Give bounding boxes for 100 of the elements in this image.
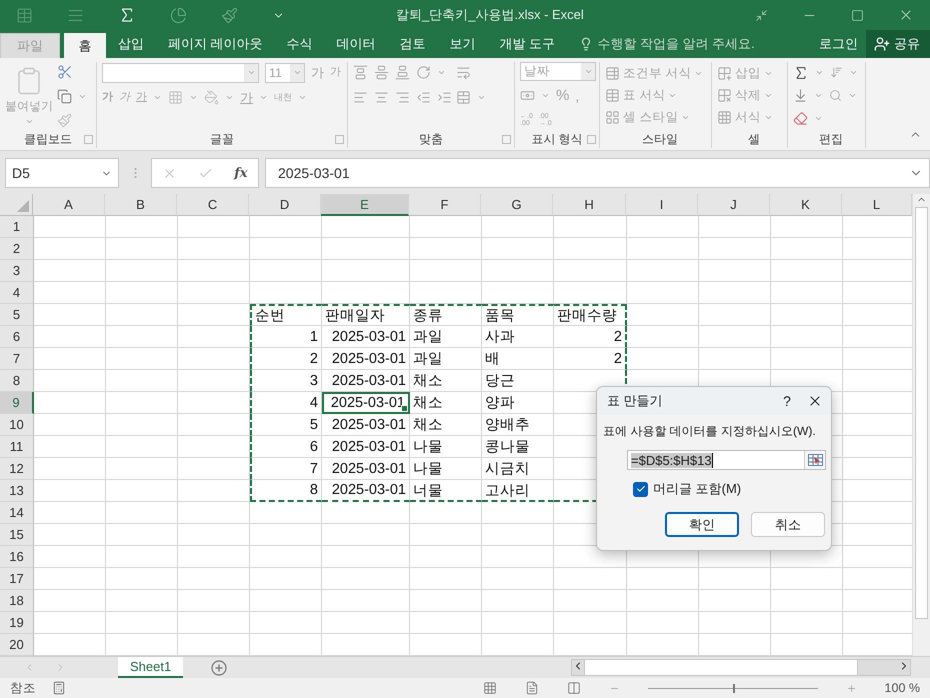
table-cell[interactable]: 2025-03-01 <box>322 436 410 458</box>
row-header[interactable]: 12 <box>0 458 34 480</box>
table-cell[interactable]: 2025-03-01 <box>322 458 410 480</box>
ribbon-tab[interactable]: 데이터 <box>324 30 388 58</box>
table-cell[interactable]: 종류 <box>410 304 482 326</box>
share-button[interactable]: 공유 <box>866 30 930 58</box>
table-cell[interactable]: 너물 <box>410 480 482 502</box>
row-header[interactable]: 10 <box>0 414 34 436</box>
table-cell[interactable]: 콩나물 <box>482 436 554 458</box>
table-cell[interactable]: 채소 <box>410 370 482 392</box>
table-cell[interactable]: 판매일자 <box>322 304 410 326</box>
table-cell[interactable]: 양배추 <box>482 414 554 436</box>
table-cell[interactable]: 양파 <box>482 392 554 414</box>
table-cell[interactable]: 시금치 <box>482 458 554 480</box>
table-cell[interactable]: 2025-03-01 <box>322 348 410 370</box>
row-header[interactable]: 6 <box>0 326 34 348</box>
row-header[interactable]: 2 <box>0 238 34 260</box>
ribbon-tab[interactable]: 검토 <box>388 30 438 58</box>
table-cell[interactable]: 품목 <box>482 304 554 326</box>
ribbon-tab[interactable]: 홈 <box>64 33 106 58</box>
row-header[interactable]: 9 <box>0 392 34 414</box>
table-cell[interactable]: 당근 <box>482 370 554 392</box>
column-header[interactable]: E <box>321 194 410 216</box>
column-header[interactable]: H <box>553 194 626 216</box>
table-cell[interactable]: 2025-03-01 <box>322 414 410 436</box>
row-header[interactable]: 19 <box>0 612 34 634</box>
row-header[interactable]: 3 <box>0 260 34 282</box>
row-header[interactable]: 11 <box>0 436 34 458</box>
group-label: 편집 <box>818 131 844 148</box>
column-header[interactable]: G <box>481 194 554 216</box>
name-box[interactable]: D5 <box>5 158 119 188</box>
group-label: 클립보드 <box>23 131 73 148</box>
group-label: 표시 형식 <box>530 131 584 148</box>
dialog-button[interactable]: 확인 <box>665 512 739 537</box>
zoom-level[interactable]: 100 % <box>884 681 920 695</box>
row-header[interactable]: 18 <box>0 590 34 612</box>
table-cell[interactable]: 2 <box>554 326 627 348</box>
row-header[interactable]: 20 <box>0 634 34 656</box>
table-cell[interactable]: 2025-03-01 <box>322 370 410 392</box>
range-field[interactable]: =$D$5:$H$13 <box>627 450 826 470</box>
table-cell[interactable]: 7 <box>250 458 322 480</box>
table-cell[interactable]: 2 <box>554 348 627 370</box>
ribbon-tab[interactable]: 삽입 <box>106 30 156 58</box>
table-cell[interactable]: 배 <box>482 348 554 370</box>
sign-in-link[interactable]: 로그인 <box>819 35 858 53</box>
help-button[interactable]: ? <box>767 393 807 409</box>
row-header[interactable]: 14 <box>0 502 34 524</box>
group-label: 맞춤 <box>418 131 444 148</box>
row-header[interactable]: 7 <box>0 348 34 370</box>
row-header[interactable]: 15 <box>0 524 34 546</box>
dialog-button[interactable]: 취소 <box>751 512 825 537</box>
row-header[interactable]: 17 <box>0 568 34 590</box>
table-cell[interactable]: 2 <box>250 348 322 370</box>
row-header[interactable]: 4 <box>0 282 34 304</box>
column-header[interactable]: I <box>626 194 698 216</box>
table-cell[interactable]: 8 <box>250 480 322 502</box>
table-cell[interactable]: 고사리 <box>482 480 554 502</box>
dialog-title: 표 만들기 <box>607 392 664 410</box>
table-cell[interactable]: 판매수량 <box>554 304 627 326</box>
table-cell[interactable]: 사과 <box>482 326 554 348</box>
column-header[interactable]: D <box>249 194 322 216</box>
row-header[interactable]: 1 <box>0 216 34 238</box>
column-header[interactable]: A <box>33 194 106 216</box>
table-cell[interactable]: 채소 <box>410 392 482 414</box>
table-cell[interactable]: 나물 <box>410 436 482 458</box>
formula-field[interactable]: 2025-03-01 <box>265 158 930 188</box>
table-cell[interactable]: 2025-03-01 <box>322 480 410 502</box>
window-title: 칼퇴_단축키_사용법.xlsx - Excel <box>396 6 585 24</box>
table-cell[interactable]: 과일 <box>410 326 482 348</box>
tell-me-field[interactable]: 수행할 작업을 알려 주세요. <box>575 30 759 58</box>
column-header[interactable]: F <box>409 194 482 216</box>
group-label: 글꼴 <box>209 131 235 148</box>
row-header[interactable]: 8 <box>0 370 34 392</box>
table-cell[interactable]: 6 <box>250 436 322 458</box>
ribbon-tab[interactable]: 수식 <box>274 30 325 58</box>
table-cell[interactable]: 2025-03-01 <box>322 392 410 414</box>
column-header[interactable]: J <box>698 194 770 216</box>
table-cell[interactable]: 2025-03-01 <box>322 326 410 348</box>
row-header[interactable]: 5 <box>0 304 34 326</box>
table-cell[interactable]: 채소 <box>410 414 482 436</box>
sheet-tab[interactable]: Sheet1 <box>118 657 184 678</box>
row-header[interactable]: 16 <box>0 546 34 568</box>
ribbon-tab[interactable]: 개발 도구 <box>488 30 568 58</box>
column-header[interactable]: B <box>105 194 178 216</box>
ribbon-tab[interactable]: 보기 <box>438 30 488 58</box>
row-header[interactable]: 13 <box>0 480 34 502</box>
table-cell[interactable]: 과일 <box>410 348 482 370</box>
table-cell[interactable]: 1 <box>250 326 322 348</box>
insert-function-button[interactable]: fx <box>234 166 248 180</box>
table-cell[interactable]: 5 <box>250 414 322 436</box>
column-header[interactable]: K <box>770 194 842 216</box>
dialog-prompt: 표에 사용할 데이터를 지정하십시오(W). <box>603 423 817 440</box>
checkbox-label: 머리글 포함(M) <box>653 480 742 498</box>
ribbon-tab[interactable]: 페이지 레이아웃 <box>156 30 275 58</box>
column-header[interactable]: L <box>842 194 912 216</box>
table-cell[interactable]: 4 <box>250 392 322 414</box>
table-cell[interactable]: 나물 <box>410 458 482 480</box>
table-cell[interactable]: 3 <box>250 370 322 392</box>
table-cell[interactable]: 순번 <box>250 304 322 326</box>
column-header[interactable]: C <box>177 194 250 216</box>
